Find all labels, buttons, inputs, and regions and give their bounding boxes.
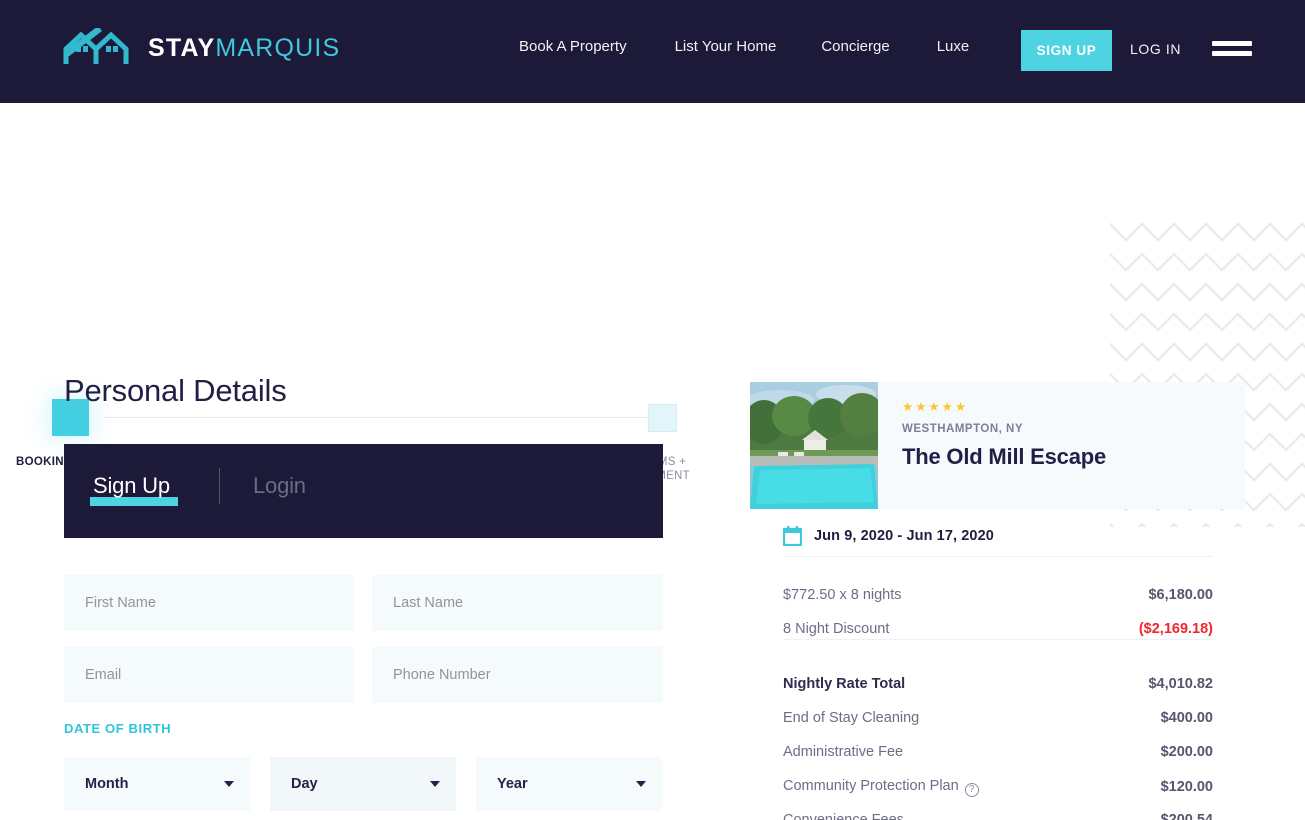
last-name-input[interactable]: Last Name	[372, 575, 663, 631]
price-row-nightly-rate-total: Nightly Rate Total $4,010.82	[783, 676, 1213, 692]
phone-number-placeholder: Phone Number	[393, 667, 491, 683]
price-row-label-text: Community Protection Plan	[783, 778, 959, 794]
tab-sign-up[interactable]: Sign Up	[93, 473, 170, 499]
property-location: WESTHAMPTON, NY	[902, 422, 1024, 435]
price-row-community-protection-plan: Community Protection Plan? $120.00	[783, 778, 1213, 797]
phone-number-input[interactable]: Phone Number	[372, 647, 663, 703]
price-row-convenience-fees: Convenience Fees $200.54	[783, 812, 1213, 820]
email-input[interactable]: Email	[64, 647, 354, 703]
price-row-amount: $120.00	[1160, 779, 1213, 796]
log-in-link[interactable]: LOG IN	[1130, 41, 1181, 57]
price-row-amount: $4,010.82	[1148, 676, 1213, 692]
house-logo-icon	[62, 26, 136, 68]
help-circle-icon[interactable]: ?	[964, 782, 979, 797]
auth-tabs: Sign Up Login	[64, 444, 663, 538]
price-row-cleaning: End of Stay Cleaning $400.00	[783, 710, 1213, 726]
price-row-discount: 8 Night Discount ($2,169.18)	[783, 621, 1213, 637]
price-row-label: End of Stay Cleaning	[783, 710, 920, 726]
price-row-amount: $200.54	[1160, 812, 1213, 820]
property-card[interactable]: ★★★★★ WESTHAMPTON, NY The Old Mill Escap…	[750, 382, 1245, 509]
dob-month-select[interactable]: Month	[64, 757, 250, 811]
summary-divider	[783, 639, 1213, 640]
site-header: STAYMARQUIS Book A Property List Your Ho…	[0, 0, 1305, 103]
nav-item-luxe[interactable]: Luxe	[937, 38, 970, 55]
price-row-amount: $6,180.00	[1148, 587, 1213, 603]
nav-item-list-your-home[interactable]: List Your Home	[675, 38, 777, 55]
price-row-amount: $400.00	[1160, 710, 1213, 726]
tab-login[interactable]: Login	[253, 473, 306, 499]
calendar-icon	[782, 526, 803, 547]
main-navigation: Book A Property List Your Home Concierge…	[519, 38, 969, 55]
logo-wordmark: STAYMARQUIS	[148, 33, 341, 62]
nav-item-concierge[interactable]: Concierge	[821, 38, 889, 55]
tab-divider	[219, 468, 220, 504]
date-of-birth-label: DATE OF BIRTH	[64, 721, 172, 736]
dob-year-value: Year	[497, 776, 528, 792]
booking-progress-stepper: BOOKING DETAILS TERMS + PAYMENT	[0, 195, 740, 482]
logo-marquis-text: MARQUIS	[215, 33, 341, 62]
stepper-step-2-marker[interactable]	[648, 404, 677, 432]
property-name: The Old Mill Escape	[902, 443, 1107, 469]
email-placeholder: Email	[85, 667, 122, 683]
booking-date-range[interactable]: Jun 9, 2020 - Jun 17, 2020	[782, 526, 994, 547]
price-row-label: Community Protection Plan?	[783, 778, 979, 797]
chevron-down-icon	[430, 781, 440, 787]
price-row-label: Convenience Fees	[783, 812, 904, 820]
dob-month-value: Month	[85, 776, 129, 792]
price-row-label: $772.50 x 8 nights	[783, 587, 902, 603]
price-row-label: Nightly Rate Total	[783, 676, 906, 692]
hamburger-menu-icon[interactable]	[1212, 41, 1252, 59]
booking-summary-panel: ★★★★★ WESTHAMPTON, NY The Old Mill Escap…	[750, 382, 1245, 820]
chevron-down-icon	[636, 781, 646, 787]
dob-day-select[interactable]: Day	[270, 757, 456, 811]
summary-divider	[783, 556, 1213, 557]
dob-day-value: Day	[291, 776, 318, 792]
dob-year-select[interactable]: Year	[476, 757, 662, 811]
property-photo	[750, 382, 878, 509]
tab-login-label: Login	[253, 473, 306, 498]
date-range-text: Jun 9, 2020 - Jun 17, 2020	[814, 528, 994, 544]
sign-up-button[interactable]: SIGN UP	[1021, 30, 1112, 71]
hamburger-bar	[1212, 41, 1252, 46]
stepper-connector-line	[104, 417, 656, 418]
price-row-label: 8 Night Discount	[783, 621, 890, 637]
price-row-nightly: $772.50 x 8 nights $6,180.00	[783, 587, 1213, 603]
price-row-amount: ($2,169.18)	[1138, 621, 1213, 637]
page-title: Personal Details	[64, 373, 287, 408]
price-row-amount: $200.00	[1160, 744, 1213, 760]
nav-item-book-a-property[interactable]: Book A Property	[519, 38, 627, 55]
tab-sign-up-label: Sign Up	[93, 473, 170, 498]
price-row-administrative-fee: Administrative Fee $200.00	[783, 744, 1213, 760]
first-name-placeholder: First Name	[85, 595, 156, 611]
logo[interactable]: STAYMARQUIS	[62, 26, 341, 68]
property-rating-stars: ★★★★★	[902, 400, 969, 414]
chevron-down-icon	[224, 781, 234, 787]
first-name-input[interactable]: First Name	[64, 575, 354, 631]
price-row-label: Administrative Fee	[783, 744, 904, 760]
last-name-placeholder: Last Name	[393, 595, 464, 611]
property-info: ★★★★★ WESTHAMPTON, NY The Old Mill Escap…	[902, 401, 1106, 470]
booking-page: STAYMARQUIS Book A Property List Your Ho…	[0, 0, 1305, 820]
logo-stay-text: STAY	[148, 33, 216, 62]
hamburger-bar	[1212, 51, 1252, 56]
